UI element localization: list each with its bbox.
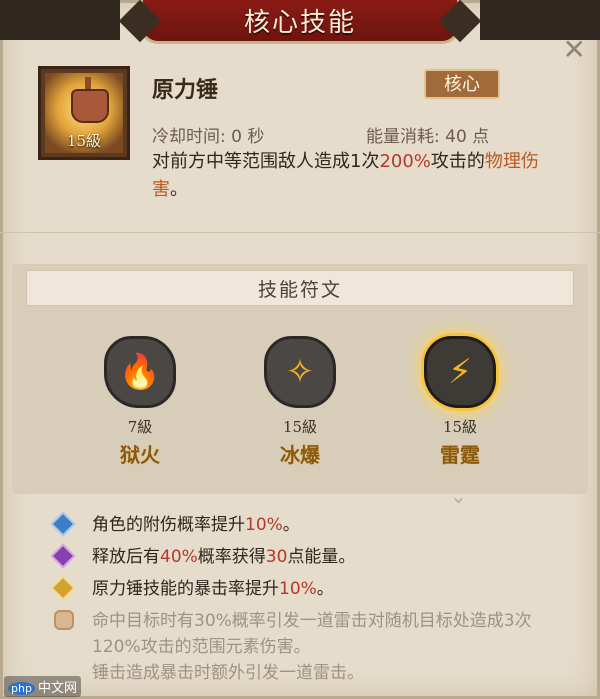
effect-text: 。 bbox=[282, 515, 300, 535]
rune-thunder[interactable]: ⚡ 15級 雷霆 bbox=[400, 336, 520, 468]
skill-description: 对前方中等范围敌人造成1次200%攻击的物理伤害。 bbox=[152, 148, 572, 204]
rune-hellfire[interactable]: 🔥 7級 狱火 bbox=[80, 336, 200, 468]
effect-value: 30 bbox=[265, 547, 288, 567]
purple-diamond-icon bbox=[53, 546, 73, 566]
frame-corner-left bbox=[0, 0, 120, 40]
runes-header: 技能符文 bbox=[26, 270, 574, 306]
gold-diamond-icon bbox=[53, 578, 73, 598]
rune-level: 15級 bbox=[282, 418, 318, 436]
effect-item: 角色的附伤概率提升10%。 bbox=[52, 512, 572, 538]
energy-stat: 能量消耗: 40 点 bbox=[366, 127, 490, 147]
skill-name: 原力锤 bbox=[152, 78, 219, 103]
effect-text: 。 bbox=[316, 579, 334, 599]
effect-text: 原力锤技能的暴击率提升 bbox=[92, 579, 279, 599]
thunder-icon: ⚡ bbox=[424, 336, 496, 408]
effect-text: 概率获得 bbox=[197, 547, 266, 567]
effect-text: 命中目标时有30%概率引发一道雷击对随机目标处造成3次120%攻击的范围元素伤害… bbox=[92, 611, 532, 657]
effect-value: 10% bbox=[245, 515, 283, 535]
desc-percent: 200% bbox=[379, 151, 431, 172]
blue-diamond-icon bbox=[53, 514, 73, 534]
close-icon[interactable]: ✕ bbox=[563, 36, 586, 64]
rune-name: 雷霆 bbox=[440, 443, 480, 467]
rune-level: 7級 bbox=[127, 418, 153, 436]
effect-text: 释放后有 bbox=[92, 547, 160, 567]
title-banner: 核心技能 bbox=[140, 0, 460, 44]
effect-text: 点能量。 bbox=[287, 547, 356, 567]
rune-level: 15級 bbox=[442, 418, 478, 436]
chevron-down-icon: ⌄ bbox=[450, 484, 467, 508]
rune-ice-burst[interactable]: ✧ 15級 冰爆 bbox=[240, 336, 360, 468]
rune-name: 冰爆 bbox=[280, 443, 320, 467]
effect-item-locked: 命中目标时有30%概率引发一道雷击对随机目标处造成3次120%攻击的范围元素伤害… bbox=[52, 608, 572, 686]
skill-icon: 15級 bbox=[38, 66, 130, 160]
page-title: 核心技能 bbox=[243, 8, 356, 38]
rune-name: 狱火 bbox=[120, 443, 160, 467]
watermark-text: 中文网 bbox=[37, 681, 77, 696]
watermark: php 中文网 bbox=[4, 676, 81, 697]
effect-item: 释放后有40%概率获得30点能量。 bbox=[52, 544, 572, 570]
effect-item: 原力锤技能的暴击率提升10%。 bbox=[52, 576, 572, 602]
desc-text: 。 bbox=[170, 179, 188, 200]
skill-level: 15級 bbox=[66, 132, 102, 150]
effect-value: 10% bbox=[279, 579, 317, 599]
ice-burst-icon: ✧ bbox=[264, 336, 336, 408]
core-tag: 核心 bbox=[424, 69, 500, 99]
flame-icon: 🔥 bbox=[104, 336, 176, 408]
desc-text: 攻击的 bbox=[430, 151, 485, 172]
effect-text: 锤击造成暴击时额外引发一道雷击。 bbox=[92, 663, 364, 683]
watermark-badge: php bbox=[8, 682, 35, 695]
divider bbox=[0, 232, 600, 233]
pot-icon bbox=[54, 610, 74, 630]
hammer-icon bbox=[71, 89, 109, 123]
desc-text: 对前方中等范围敌人造成1次 bbox=[152, 151, 380, 172]
cooldown-stat: 冷却时间: 0 秒 bbox=[152, 127, 265, 147]
effect-text: 角色的附伤概率提升 bbox=[92, 515, 245, 535]
effect-value: 40% bbox=[160, 547, 198, 567]
rune-effects-list: 角色的附伤概率提升10%。 释放后有40%概率获得30点能量。 原力锤技能的暴击… bbox=[52, 512, 572, 692]
